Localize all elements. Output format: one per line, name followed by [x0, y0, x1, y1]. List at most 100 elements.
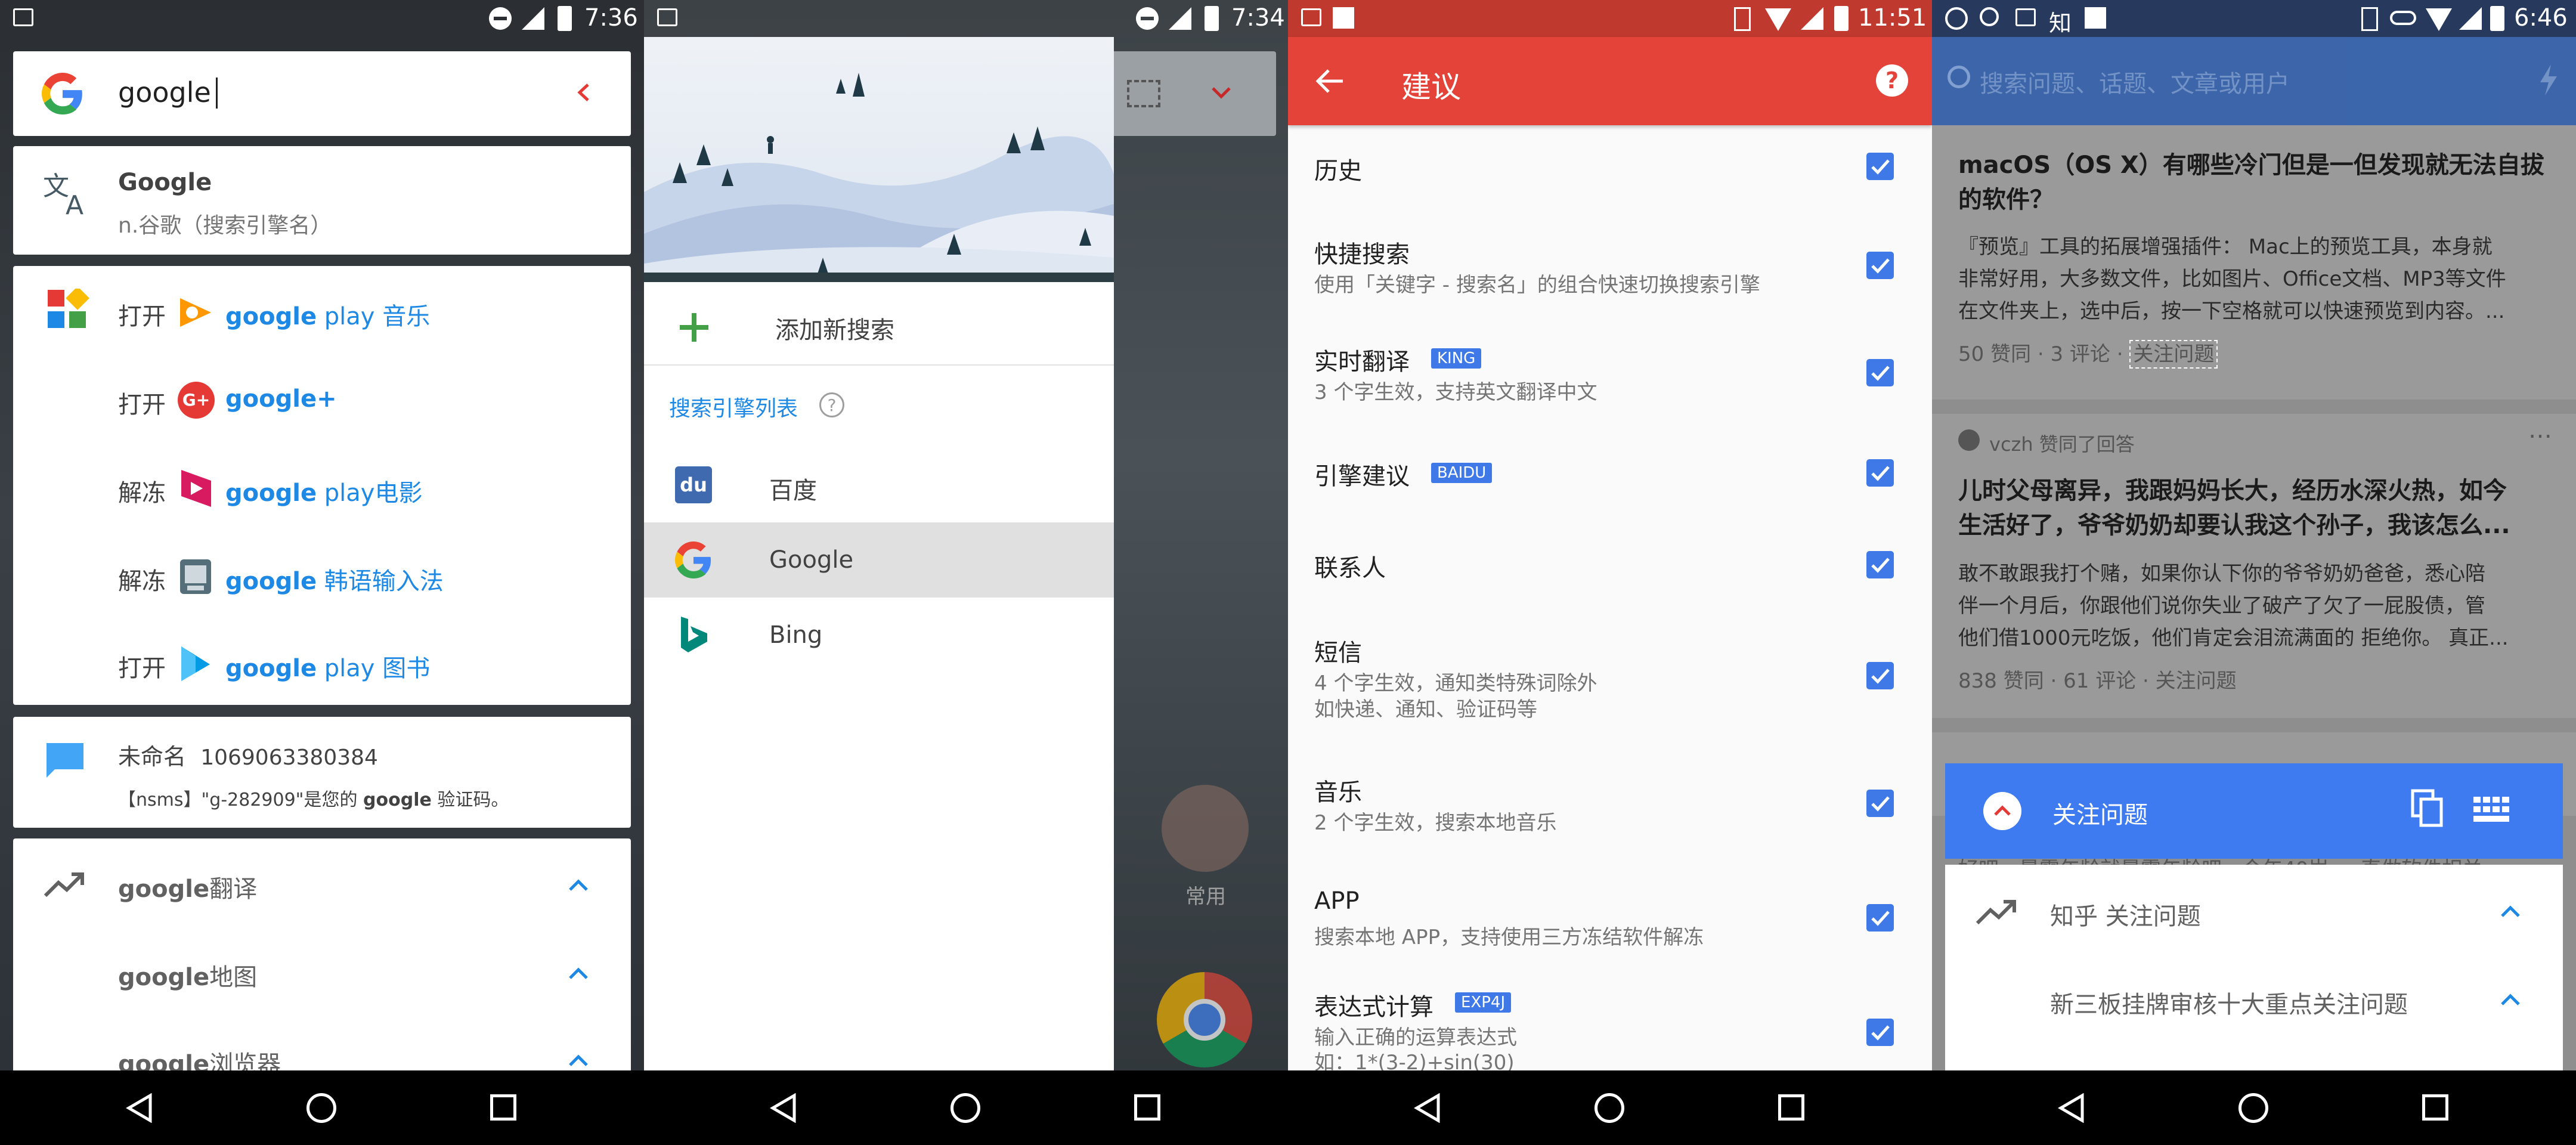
- setting-row[interactable]: 短信 4 个字生效，通知类特殊词除外 如快递、通知、验证码等: [1288, 632, 1932, 728]
- checkbox-checked[interactable]: [1866, 1019, 1894, 1046]
- recents-icon[interactable]: [1134, 1094, 1160, 1121]
- engine-name: Google: [769, 546, 854, 574]
- app-row[interactable]: 解冻 google 韩语输入法: [13, 549, 631, 608]
- back-icon[interactable]: [1413, 1093, 1442, 1125]
- app-row[interactable]: 打开 G+ google+: [13, 372, 631, 432]
- back-arrow-icon[interactable]: [1314, 68, 1344, 97]
- help-circle-icon[interactable]: ?: [819, 392, 844, 417]
- translate-card[interactable]: 文A Google n.谷歌（搜索引擎名）: [13, 146, 631, 255]
- setting-subtitle: 如快递、通知、验证码等: [1314, 698, 1537, 722]
- sync-icon: [1945, 7, 1968, 30]
- home-icon[interactable]: [2238, 1093, 2268, 1123]
- setting-subtitle: 3 个字生效，支持英文翻译中文: [1314, 380, 1597, 404]
- suggestion-row[interactable]: 新三板挂牌审核十大重点关注问题: [1945, 973, 2563, 1033]
- question-title: macOS（OS X）有哪些冷门但是一但发现就无法自拔: [1958, 151, 2544, 179]
- copy-icon[interactable]: [2410, 788, 2444, 828]
- collapse-up-icon[interactable]: [1983, 792, 2021, 830]
- suggestion-text: google地图: [118, 964, 258, 991]
- collapse-arrow-icon[interactable]: [574, 82, 594, 103]
- battery-icon: [558, 6, 572, 31]
- suggestion-row[interactable]: 知乎 关注问题: [1945, 885, 2563, 945]
- setting-row[interactable]: 音乐 2 个字生效，搜索本地音乐: [1288, 772, 1932, 849]
- help-icon[interactable]: ?: [1876, 64, 1908, 97]
- setting-subtitle: 搜索本地 APP，支持使用三方冻结软件解冻: [1314, 926, 1704, 949]
- n-notification-icon: [2085, 7, 2106, 29]
- zhihu-search-bar[interactable]: 搜索问题、话题、文章或用户: [1932, 37, 2576, 125]
- recents-icon[interactable]: [2422, 1094, 2448, 1121]
- engine-name: Bing: [769, 621, 823, 649]
- engine-row-google[interactable]: Google: [644, 522, 1114, 598]
- sms-sender: 未命名 1069063380384: [118, 744, 378, 770]
- weibo-app-icon: [1162, 785, 1249, 872]
- status-bar: 知 6:46: [1932, 0, 2576, 37]
- home-icon[interactable]: [950, 1093, 980, 1123]
- checkbox-checked[interactable]: [1866, 459, 1894, 487]
- setting-title: APP: [1314, 887, 1360, 915]
- zhihu-notification-icon: 知: [2049, 10, 2072, 36]
- setting-tag: BAIDU: [1431, 463, 1493, 483]
- setting-row[interactable]: APP 搜索本地 APP，支持使用三方冻结软件解冻: [1288, 886, 1932, 964]
- recents-icon[interactable]: [1778, 1094, 1804, 1121]
- checkbox-checked[interactable]: [1866, 551, 1894, 578]
- chevron-up-icon[interactable]: [2500, 992, 2521, 1009]
- setting-title: 历史: [1314, 157, 1362, 185]
- chevron-up-icon[interactable]: [2500, 904, 2521, 921]
- setting-row[interactable]: 实时翻译 KING 3 个字生效，支持英文翻译中文: [1288, 335, 1932, 431]
- chevron-up-icon[interactable]: [568, 878, 589, 895]
- app-name: google+: [225, 385, 337, 413]
- lightning-icon[interactable]: [2538, 63, 2559, 99]
- app-name: google play 图书: [225, 655, 431, 682]
- engine-row-bing[interactable]: Bing: [644, 598, 1114, 673]
- dnd-icon: [1136, 7, 1159, 30]
- engine-row-baidu[interactable]: du 百度: [644, 447, 1114, 522]
- checkbox-checked[interactable]: [1866, 153, 1894, 180]
- setting-row[interactable]: 快捷搜索 使用「关键字 - 搜索名」的组合快速切换搜索引擎: [1288, 227, 1932, 322]
- follow-question-link[interactable]: 关注问题: [2129, 340, 2218, 369]
- google-icon: [675, 541, 712, 578]
- checkbox-checked[interactable]: [1866, 662, 1894, 689]
- message-icon: [44, 741, 86, 780]
- question-title: 的软件？: [1958, 186, 2054, 213]
- nav-bar: [1932, 1070, 2576, 1145]
- app-action: 解冻: [118, 479, 166, 507]
- search-input[interactable]: google: [118, 76, 211, 109]
- keyboard-grid-icon[interactable]: [2472, 796, 2514, 825]
- back-icon[interactable]: [125, 1093, 154, 1125]
- checkbox-checked[interactable]: [1866, 790, 1894, 817]
- feed-card[interactable]: macOS（OS X）有哪些冷门但是一但发现就无法自拔 的软件？ 『预览』工具的…: [1932, 125, 2576, 400]
- suggestion-row[interactable]: google翻译: [13, 856, 631, 916]
- signal-icon: [1801, 7, 1823, 30]
- app-action: 打开: [118, 655, 166, 682]
- plus-icon: [679, 312, 710, 343]
- checkbox-checked[interactable]: [1866, 252, 1894, 279]
- answer-stats: 838 赞同 · 61 评论 · 关注问题: [1958, 669, 2237, 693]
- chevron-up-icon[interactable]: [568, 1053, 589, 1070]
- activity-author: vczh 赞同了回答: [1989, 433, 2135, 456]
- setting-row[interactable]: 联系人: [1288, 540, 1932, 612]
- more-options-icon[interactable]: ⋯: [2528, 422, 2552, 450]
- app-row[interactable]: 打开 google play 音乐: [13, 284, 631, 344]
- setting-row[interactable]: 历史: [1288, 125, 1932, 209]
- add-search-row[interactable]: 添加新搜索: [644, 282, 1114, 366]
- key-icon: [2390, 11, 2416, 25]
- status-bar: 11:51: [1288, 0, 1932, 37]
- play-books-icon: [178, 644, 213, 683]
- chevron-up-icon[interactable]: [568, 966, 589, 983]
- setting-row[interactable]: 表达式计算 EXP4J 输入正确的运算表达式 如：1*(3-2)+sin(30): [1288, 984, 1932, 1070]
- feed-card[interactable]: vczh 赞同了回答 ⋯ 儿时父母离异，我跟妈妈长大，经历水深火热，如今 生活好…: [1932, 414, 2576, 718]
- app-row[interactable]: 打开 google play 图书: [13, 636, 631, 695]
- setting-row[interactable]: 引擎建议 BAIDU: [1288, 448, 1932, 520]
- navigation-drawer: 添加新搜索 搜索引擎列表 ? du 百度 Google Bing: [644, 37, 1114, 1070]
- back-icon[interactable]: [769, 1093, 798, 1125]
- back-icon[interactable]: [2057, 1093, 2086, 1125]
- sms-card[interactable]: 未命名 1069063380384 【nsms】"g-282909"是您的 go…: [13, 717, 631, 828]
- checkbox-checked[interactable]: [1866, 904, 1894, 932]
- recents-icon[interactable]: [490, 1094, 516, 1121]
- home-icon[interactable]: [1594, 1093, 1624, 1123]
- home-icon[interactable]: [306, 1093, 336, 1123]
- suggestion-row[interactable]: google地图: [13, 945, 631, 1004]
- app-row[interactable]: 解冻 google play电影: [13, 460, 631, 520]
- panel-engine-drawer: 7:34 常用 添加新搜索 搜索引擎列表 ? du 百度 Google Bing: [644, 0, 1288, 1145]
- checkbox-checked[interactable]: [1866, 359, 1894, 386]
- app-action: 打开: [118, 303, 166, 330]
